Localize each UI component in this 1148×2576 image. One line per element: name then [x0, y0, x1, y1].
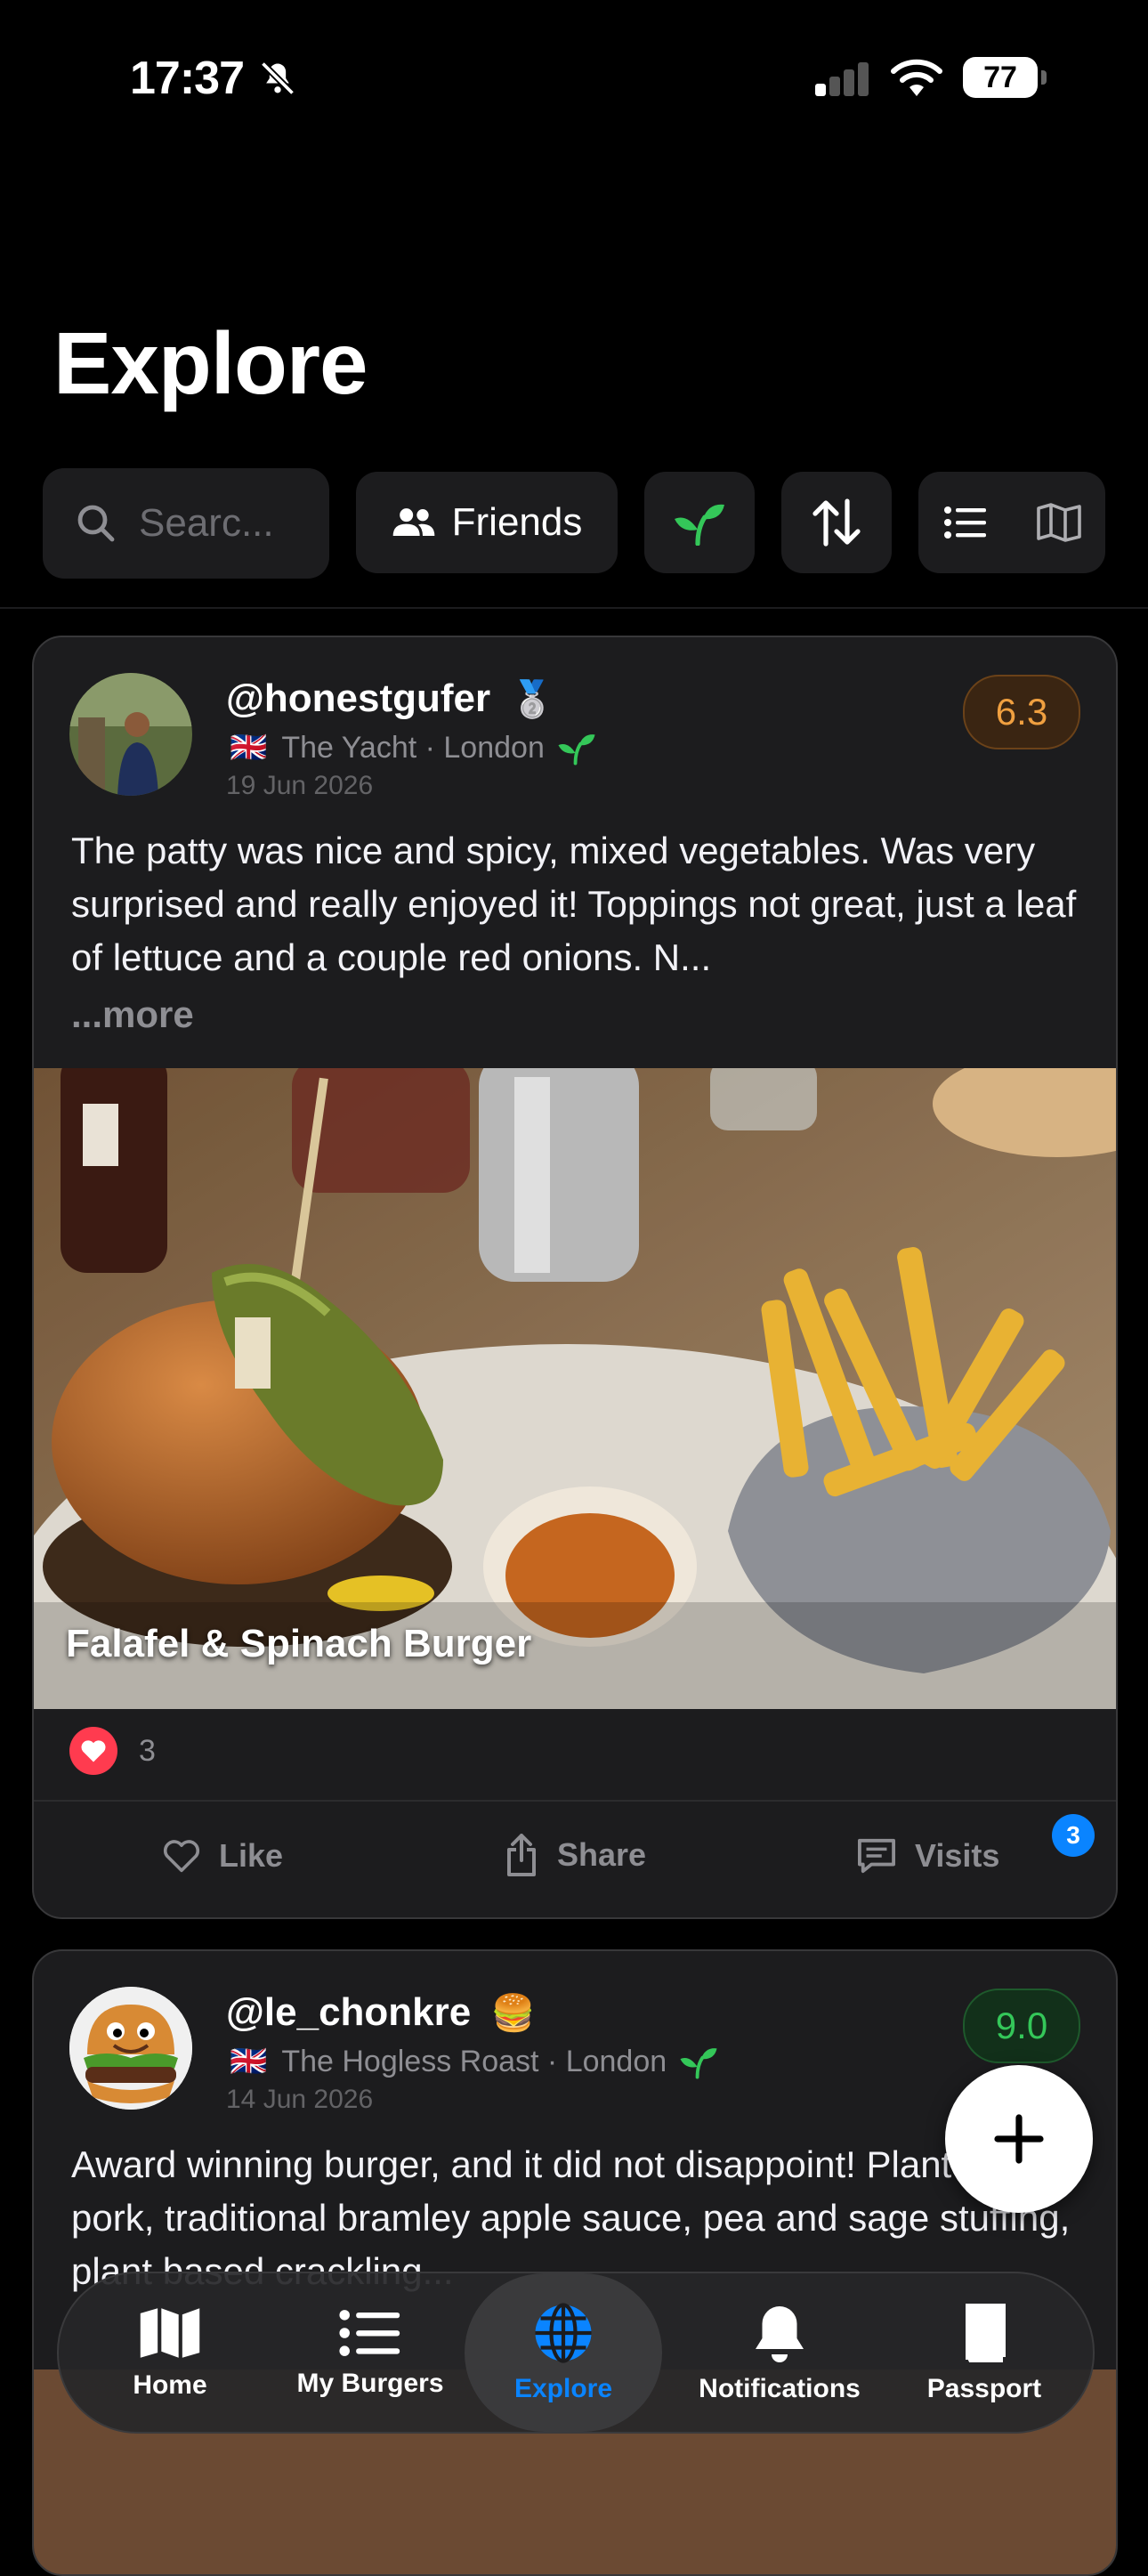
share-label: Share [557, 1836, 647, 1873]
view-toggle[interactable] [918, 472, 1105, 573]
signal-icon [815, 62, 869, 96]
actions-divider [34, 1800, 1116, 1802]
share-button[interactable]: Share [504, 1834, 646, 1876]
restaurant-location: The Hogless Roast · London [281, 2044, 667, 2078]
like-label: Like [219, 1837, 284, 1874]
map-icon [140, 2308, 200, 2358]
tab-notifications-label: Notifications [699, 2374, 861, 2403]
heart-filled-icon [69, 1727, 117, 1775]
uk-flag-icon: 🇬🇧 [230, 731, 268, 765]
list-icon [339, 2310, 400, 2356]
heart-outline-icon [163, 1840, 200, 1873]
post-username[interactable]: @le_chonkre 🍔 [226, 1990, 535, 2035]
sprout-icon [558, 734, 595, 766]
tab-my-burgers-label: My Burgers [296, 2369, 444, 2398]
post-date: 19 Jun 2026 [226, 771, 374, 800]
vegan-filter-button[interactable] [644, 472, 755, 573]
tab-passport-label: Passport [926, 2374, 1042, 2403]
avatar[interactable] [69, 673, 192, 796]
visits-label: Visits [915, 1837, 1000, 1874]
visits-count-badge: 3 [1052, 1814, 1095, 1857]
map-view-icon[interactable] [1036, 503, 1081, 542]
sort-arrows-icon [812, 498, 861, 547]
list-view-icon[interactable] [943, 505, 988, 540]
sprout-icon [680, 2048, 717, 2079]
restaurant-location: The Yacht · London [281, 730, 545, 765]
tab-home-label: Home [133, 2370, 207, 2400]
sprout-icon [675, 504, 724, 546]
post-place[interactable]: 🇬🇧 The Hogless Roast · London [230, 2044, 718, 2079]
status-time: 17:37 [130, 53, 245, 104]
tab-bar: Home My Burgers Explore Notifications Pa… [57, 2272, 1095, 2434]
visits-button[interactable]: Visits [856, 1837, 999, 1875]
search-icon [77, 505, 115, 542]
medal-icon: 🥈 [510, 680, 555, 719]
people-icon [392, 508, 434, 536]
share-icon [507, 1834, 536, 1876]
search-placeholder: Searc... [139, 501, 274, 545]
friends-filter-label: Friends [451, 500, 583, 544]
burger-photo[interactable]: Falafel & Spinach Burger [34, 1068, 1116, 1709]
search-input[interactable]: Searc... [43, 468, 329, 579]
add-burger-button[interactable] [945, 2065, 1093, 2213]
battery-level: 77 [963, 57, 1038, 98]
likes-summary[interactable]: 3 [69, 1727, 156, 1775]
globe-icon [535, 2303, 592, 2363]
likes-count: 3 [139, 1733, 156, 1768]
tab-notifications[interactable]: Notifications [673, 2273, 886, 2432]
wifi-icon [891, 59, 942, 96]
post-card[interactable]: @le_chonkre 🍔 🇬🇧 The Hogless Roast · Lon… [32, 1949, 1118, 2576]
post-date: 14 Jun 2026 [226, 2085, 374, 2114]
like-button[interactable]: Like [162, 1837, 283, 1875]
page-title: Explore [53, 314, 368, 412]
bell-icon [756, 2306, 804, 2362]
uk-flag-icon: 🇬🇧 [230, 2045, 268, 2078]
burger-name: Falafel & Spinach Burger [66, 1622, 532, 1665]
review-text: The patty was nice and spicy, mixed vege… [71, 830, 1077, 978]
header-divider [0, 607, 1148, 609]
battery-indicator: 77 [963, 57, 1048, 98]
tab-explore[interactable]: Explore [465, 2273, 662, 2432]
sort-button[interactable] [781, 472, 892, 573]
score-badge: 9.0 [963, 1989, 1080, 2063]
tab-passport[interactable]: Passport [895, 2273, 1073, 2432]
tab-explore-label: Explore [513, 2374, 613, 2403]
post-place[interactable]: 🇬🇧 The Yacht · London [230, 730, 596, 766]
burger-emoji-icon: 🍔 [490, 1994, 536, 2033]
book-icon [966, 2304, 1006, 2362]
more-link[interactable]: ...more [71, 993, 194, 1036]
comment-icon [858, 1838, 895, 1874]
bell-off-icon [260, 61, 295, 96]
tab-my-burgers[interactable]: My Burgers [272, 2273, 468, 2432]
score-badge: 6.3 [963, 675, 1080, 749]
tab-home[interactable]: Home [85, 2273, 255, 2432]
plus-icon [994, 2114, 1044, 2164]
post-username[interactable]: @honestgufer 🥈 [226, 676, 554, 721]
friends-filter-button[interactable]: Friends [356, 472, 618, 573]
post-card[interactable]: @honestgufer 🥈 🇬🇧 The Yacht · London 19 … [32, 636, 1118, 1919]
avatar[interactable] [69, 1987, 192, 2110]
